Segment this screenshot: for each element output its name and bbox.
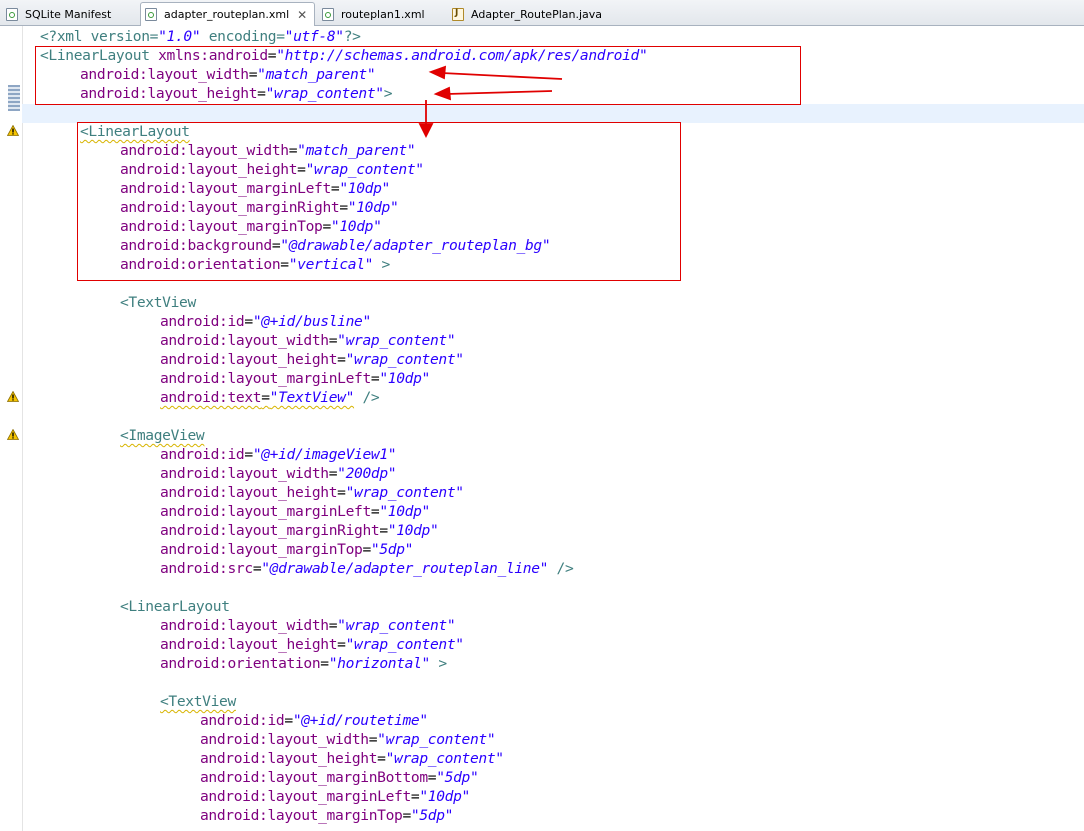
arrow-to-layout-width xyxy=(441,72,563,80)
arrowhead-icon xyxy=(428,65,447,80)
annotation-arrows xyxy=(418,65,563,139)
arrowhead-icon xyxy=(433,86,452,101)
arrowhead-icon xyxy=(418,123,434,139)
arrow-to-layout-height xyxy=(446,90,553,95)
